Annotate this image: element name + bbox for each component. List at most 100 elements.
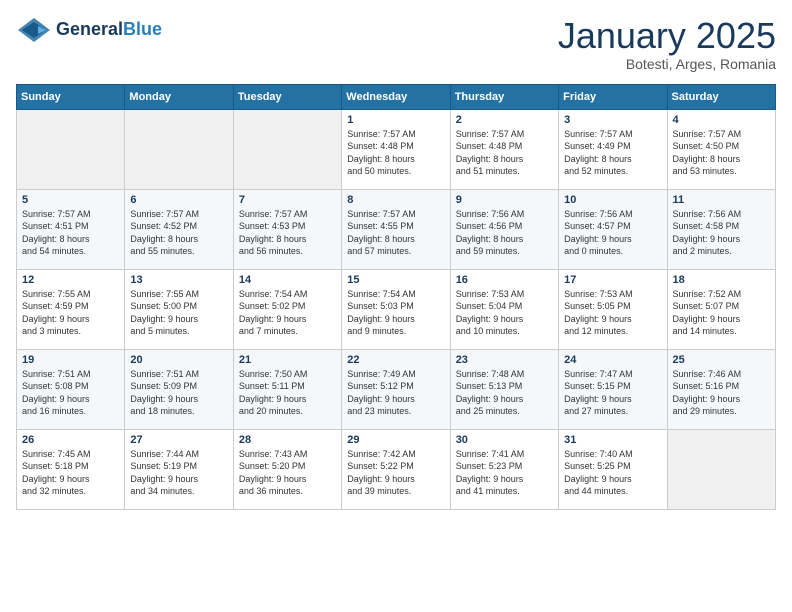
calendar-cell: 10 Sunrise: 7:56 AM Sunset: 4:57 PM Dayli…: [559, 189, 667, 269]
calendar-cell: 21 Sunrise: 7:50 AM Sunset: 5:11 PM Dayli…: [233, 349, 341, 429]
week-row-2: 5Sunrise: 7:57 AM Sunset: 4:51 PM Daylig…: [17, 189, 776, 269]
day-number: 11: [673, 194, 770, 206]
day-number: 16: [456, 274, 553, 286]
weekday-header-thursday: Thursday: [450, 84, 558, 109]
day-number: 10: [564, 194, 661, 206]
day-number: 27: [130, 434, 227, 446]
day-info: Sunrise: 7:57 AM Sunset: 4:49 PM Dayligh…: [564, 128, 661, 178]
day-number: 15: [347, 274, 444, 286]
title-block: January 2025 Botesti, Arges, Romania: [558, 16, 776, 72]
logo: GeneralBlue: [16, 16, 162, 44]
day-info: Sunrise: 7:51 AM Sunset: 5:09 PM Dayligh…: [130, 368, 227, 418]
day-info: Sunrise: 7:48 AM Sunset: 5:13 PM Dayligh…: [456, 368, 553, 418]
weekday-header-friday: Friday: [559, 84, 667, 109]
day-number: 24: [564, 354, 661, 366]
day-info: Sunrise: 7:57 AM Sunset: 4:48 PM Dayligh…: [456, 128, 553, 178]
day-number: 25: [673, 354, 770, 366]
day-number: 22: [347, 354, 444, 366]
calendar-cell: 5Sunrise: 7:57 AM Sunset: 4:51 PM Daylig…: [17, 189, 125, 269]
calendar-cell: [667, 429, 775, 509]
weekday-header-saturday: Saturday: [667, 84, 775, 109]
day-number: 20: [130, 354, 227, 366]
logo-icon: [16, 16, 52, 44]
calendar-cell: 20 Sunrise: 7:51 AM Sunset: 5:09 PM Dayli…: [125, 349, 233, 429]
calendar-cell: 12 Sunrise: 7:55 AM Sunset: 4:59 PM Dayli…: [17, 269, 125, 349]
day-number: 2: [456, 114, 553, 126]
calendar-cell: 30 Sunrise: 7:41 AM Sunset: 5:23 PM Dayli…: [450, 429, 558, 509]
calendar-cell: [233, 109, 341, 189]
day-number: 1: [347, 114, 444, 126]
day-info: Sunrise: 7:52 AM Sunset: 5:07 PM Dayligh…: [673, 288, 770, 338]
day-info: Sunrise: 7:57 AM Sunset: 4:50 PM Dayligh…: [673, 128, 770, 178]
day-info: Sunrise: 7:50 AM Sunset: 5:11 PM Dayligh…: [239, 368, 336, 418]
weekday-header-row: SundayMondayTuesdayWednesdayThursdayFrid…: [17, 84, 776, 109]
calendar-cell: 24 Sunrise: 7:47 AM Sunset: 5:15 PM Dayli…: [559, 349, 667, 429]
day-info: Sunrise: 7:54 AM Sunset: 5:03 PM Dayligh…: [347, 288, 444, 338]
calendar-cell: 31 Sunrise: 7:40 AM Sunset: 5:25 PM Dayli…: [559, 429, 667, 509]
week-row-4: 19 Sunrise: 7:51 AM Sunset: 5:08 PM Dayli…: [17, 349, 776, 429]
day-info: Sunrise: 7:40 AM Sunset: 5:25 PM Dayligh…: [564, 448, 661, 498]
day-number: 28: [239, 434, 336, 446]
week-row-5: 26Sunrise: 7:45 AM Sunset: 5:18 PM Dayli…: [17, 429, 776, 509]
calendar-cell: 2 Sunrise: 7:57 AM Sunset: 4:48 PM Daylig…: [450, 109, 558, 189]
calendar-table: SundayMondayTuesdayWednesdayThursdayFrid…: [16, 84, 776, 510]
calendar-cell: 28 Sunrise: 7:43 AM Sunset: 5:20 PM Dayli…: [233, 429, 341, 509]
day-info: Sunrise: 7:51 AM Sunset: 5:08 PM Dayligh…: [22, 368, 119, 418]
day-info: Sunrise: 7:55 AM Sunset: 4:59 PM Dayligh…: [22, 288, 119, 338]
day-number: 3: [564, 114, 661, 126]
day-info: Sunrise: 7:54 AM Sunset: 5:02 PM Dayligh…: [239, 288, 336, 338]
calendar-cell: 1 Sunrise: 7:57 AM Sunset: 4:48 PM Daylig…: [342, 109, 450, 189]
weekday-header-monday: Monday: [125, 84, 233, 109]
calendar-cell: 8 Sunrise: 7:57 AM Sunset: 4:55 PM Daylig…: [342, 189, 450, 269]
calendar-title: January 2025: [558, 16, 776, 56]
day-number: 21: [239, 354, 336, 366]
day-info: Sunrise: 7:45 AM Sunset: 5:18 PM Dayligh…: [22, 448, 119, 498]
day-info: Sunrise: 7:57 AM Sunset: 4:53 PM Dayligh…: [239, 208, 336, 258]
calendar-cell: 16Sunrise: 7:53 AM Sunset: 5:04 PM Dayli…: [450, 269, 558, 349]
week-row-3: 12 Sunrise: 7:55 AM Sunset: 4:59 PM Dayli…: [17, 269, 776, 349]
day-info: Sunrise: 7:57 AM Sunset: 4:48 PM Dayligh…: [347, 128, 444, 178]
day-info: Sunrise: 7:49 AM Sunset: 5:12 PM Dayligh…: [347, 368, 444, 418]
day-number: 8: [347, 194, 444, 206]
calendar-cell: [17, 109, 125, 189]
day-info: Sunrise: 7:56 AM Sunset: 4:56 PM Dayligh…: [456, 208, 553, 258]
day-info: Sunrise: 7:53 AM Sunset: 5:05 PM Dayligh…: [564, 288, 661, 338]
week-row-1: 1 Sunrise: 7:57 AM Sunset: 4:48 PM Daylig…: [17, 109, 776, 189]
calendar-cell: [125, 109, 233, 189]
day-info: Sunrise: 7:41 AM Sunset: 5:23 PM Dayligh…: [456, 448, 553, 498]
day-number: 6: [130, 194, 227, 206]
day-number: 19: [22, 354, 119, 366]
day-info: Sunrise: 7:43 AM Sunset: 5:20 PM Dayligh…: [239, 448, 336, 498]
day-number: 30: [456, 434, 553, 446]
calendar-subtitle: Botesti, Arges, Romania: [558, 56, 776, 72]
day-number: 14: [239, 274, 336, 286]
day-number: 5: [22, 194, 119, 206]
calendar-cell: 14 Sunrise: 7:54 AM Sunset: 5:02 PM Dayli…: [233, 269, 341, 349]
calendar-cell: 22 Sunrise: 7:49 AM Sunset: 5:12 PM Dayli…: [342, 349, 450, 429]
calendar-cell: 17Sunrise: 7:53 AM Sunset: 5:05 PM Dayli…: [559, 269, 667, 349]
calendar-cell: 25 Sunrise: 7:46 AM Sunset: 5:16 PM Dayli…: [667, 349, 775, 429]
logo-text: GeneralBlue: [56, 20, 162, 40]
day-number: 12: [22, 274, 119, 286]
day-number: 7: [239, 194, 336, 206]
day-number: 18: [673, 274, 770, 286]
day-number: 31: [564, 434, 661, 446]
day-info: Sunrise: 7:57 AM Sunset: 4:52 PM Dayligh…: [130, 208, 227, 258]
calendar-cell: 6 Sunrise: 7:57 AM Sunset: 4:52 PM Daylig…: [125, 189, 233, 269]
calendar-cell: 26Sunrise: 7:45 AM Sunset: 5:18 PM Dayli…: [17, 429, 125, 509]
calendar-cell: 23 Sunrise: 7:48 AM Sunset: 5:13 PM Dayli…: [450, 349, 558, 429]
day-number: 23: [456, 354, 553, 366]
day-info: Sunrise: 7:56 AM Sunset: 4:57 PM Dayligh…: [564, 208, 661, 258]
calendar-cell: 29Sunrise: 7:42 AM Sunset: 5:22 PM Dayli…: [342, 429, 450, 509]
day-info: Sunrise: 7:56 AM Sunset: 4:58 PM Dayligh…: [673, 208, 770, 258]
day-number: 13: [130, 274, 227, 286]
calendar-cell: 11 Sunrise: 7:56 AM Sunset: 4:58 PM Dayli…: [667, 189, 775, 269]
calendar-cell: 7 Sunrise: 7:57 AM Sunset: 4:53 PM Daylig…: [233, 189, 341, 269]
calendar-cell: 3 Sunrise: 7:57 AM Sunset: 4:49 PM Daylig…: [559, 109, 667, 189]
day-number: 9: [456, 194, 553, 206]
day-info: Sunrise: 7:46 AM Sunset: 5:16 PM Dayligh…: [673, 368, 770, 418]
day-info: Sunrise: 7:47 AM Sunset: 5:15 PM Dayligh…: [564, 368, 661, 418]
calendar-cell: 4 Sunrise: 7:57 AM Sunset: 4:50 PM Daylig…: [667, 109, 775, 189]
day-number: 4: [673, 114, 770, 126]
day-info: Sunrise: 7:57 AM Sunset: 4:55 PM Dayligh…: [347, 208, 444, 258]
